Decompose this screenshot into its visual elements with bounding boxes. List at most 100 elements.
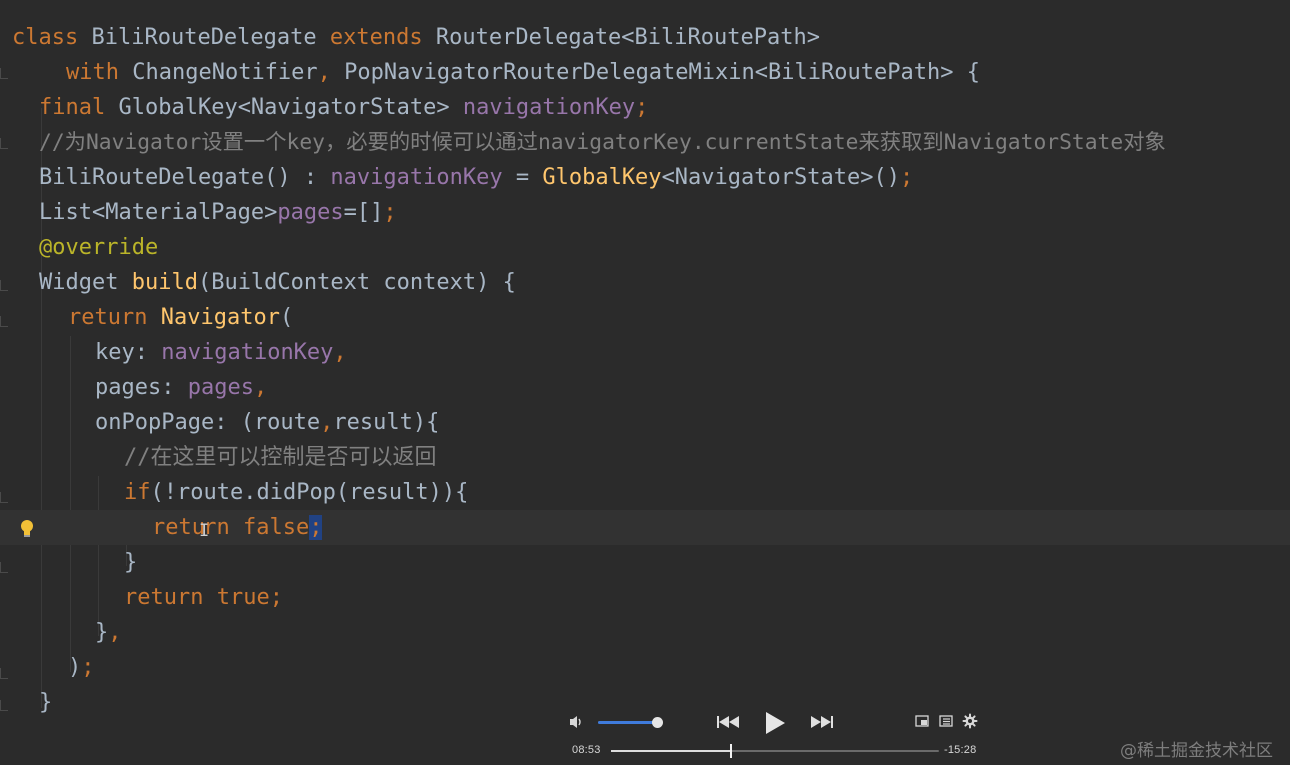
semicolon: ; bbox=[81, 655, 95, 680]
code-line-10: key: navigationKey, bbox=[95, 335, 1290, 370]
comma: , bbox=[317, 60, 331, 85]
brace: { bbox=[966, 60, 980, 85]
operator: = bbox=[502, 165, 543, 190]
code-line-3: final GlobalKey<NavigatorState> navigati… bbox=[39, 90, 1290, 125]
fold-marker-icon[interactable] bbox=[0, 68, 8, 79]
type-name: PopNavigatorRouterDelegateMixin<BiliRout… bbox=[344, 60, 954, 85]
indent-guide bbox=[70, 336, 71, 672]
function-name: GlobalKey bbox=[542, 165, 662, 190]
code-line-4: //为Navigator设置一个key，必要的时候可以通过navigatorKe… bbox=[39, 125, 1290, 160]
field-name: pages bbox=[187, 375, 254, 400]
fold-marker-icon[interactable] bbox=[0, 316, 8, 327]
fast-forward-icon[interactable] bbox=[810, 714, 834, 730]
type-name: GlobalKey<NavigatorState> bbox=[118, 95, 450, 120]
field-name: pages bbox=[277, 200, 344, 225]
volume-slider[interactable] bbox=[598, 717, 663, 728]
class-name: BiliRouteDelegate bbox=[91, 25, 317, 50]
paren: ( bbox=[279, 305, 294, 330]
volume-knob[interactable] bbox=[651, 717, 663, 728]
code-line-16: } bbox=[124, 545, 1290, 580]
type-name: RouterDelegate<BiliRoutePath> bbox=[435, 25, 820, 50]
code-line-6: List<MaterialPage>pages=[]; bbox=[39, 195, 1290, 230]
brace: } bbox=[124, 550, 138, 575]
keyword: if bbox=[124, 480, 151, 505]
param-name: onPopPage: (route bbox=[95, 410, 321, 435]
parameters: (BuildContext context) { bbox=[197, 270, 516, 295]
type-args: <NavigatorState>() bbox=[661, 165, 900, 190]
fold-marker-icon[interactable] bbox=[0, 562, 8, 573]
semicolon: ; bbox=[383, 200, 397, 225]
current-code-line: retuIrn false; bbox=[0, 510, 1290, 545]
text-cursor-icon: I bbox=[198, 521, 210, 541]
picture-in-picture-icon[interactable] bbox=[915, 715, 929, 727]
keyword: final bbox=[39, 95, 106, 120]
semicolon: ; bbox=[899, 165, 914, 190]
elapsed-time: 08:53 bbox=[572, 744, 601, 756]
type-name: Widget bbox=[39, 270, 132, 295]
code-editor[interactable]: class BiliRouteDelegate extends RouterDe… bbox=[0, 20, 1290, 730]
comma: , bbox=[320, 410, 334, 435]
keyword: true bbox=[216, 585, 270, 610]
comma: , bbox=[108, 620, 122, 645]
constructor: BiliRouteDelegate() : bbox=[39, 165, 331, 190]
code-line-7: @override bbox=[39, 230, 1290, 265]
semicolon: ; bbox=[269, 585, 283, 610]
keyword: with bbox=[66, 60, 119, 85]
code-line-18: }, bbox=[95, 615, 1290, 650]
keyword: return bbox=[124, 585, 204, 610]
function-name: Navigator bbox=[160, 305, 280, 330]
remaining-time: -15:28 bbox=[944, 744, 977, 756]
lightbulb-icon[interactable] bbox=[20, 519, 34, 539]
video-frame: class BiliRouteDelegate extends RouterDe… bbox=[0, 0, 1290, 765]
paren: ) bbox=[68, 655, 82, 680]
rewind-icon[interactable] bbox=[716, 714, 740, 730]
code-comment: //为Navigator设置一个key，必要的时候可以通过navigatorKe… bbox=[39, 130, 1166, 155]
volume-icon[interactable] bbox=[568, 714, 586, 730]
semicolon-caret: ; bbox=[309, 515, 323, 540]
seek-progress bbox=[611, 750, 732, 752]
brace: } bbox=[95, 620, 109, 645]
function-name: build bbox=[131, 270, 198, 295]
fold-marker-icon[interactable] bbox=[0, 138, 8, 149]
fold-marker-icon[interactable] bbox=[0, 700, 8, 711]
type-name: ChangeNotifier bbox=[132, 60, 318, 85]
volume-fill bbox=[598, 721, 657, 724]
playlist-icon[interactable] bbox=[939, 715, 953, 727]
video-controls: 08:53 -15:28 bbox=[560, 700, 1000, 765]
keyword: retu bbox=[152, 515, 205, 540]
initializer: =[] bbox=[343, 200, 384, 225]
code-line-11: pages: pages, bbox=[95, 370, 1290, 405]
indent-guide bbox=[98, 476, 99, 636]
gear-icon[interactable] bbox=[962, 713, 978, 729]
code-line-1: class BiliRouteDelegate extends RouterDe… bbox=[12, 20, 1290, 55]
fold-marker-icon[interactable] bbox=[0, 280, 8, 291]
comma: , bbox=[253, 375, 268, 400]
play-icon[interactable] bbox=[763, 710, 787, 736]
keyword: extends bbox=[329, 25, 423, 50]
code-line-9: return Navigator( bbox=[68, 300, 1290, 335]
code-line-2: with ChangeNotifier, PopNavigatorRouterD… bbox=[66, 55, 1290, 90]
brace: } bbox=[39, 690, 53, 715]
field-name: navigationKey bbox=[462, 95, 636, 120]
parameters: result){ bbox=[333, 410, 440, 435]
seek-handle[interactable] bbox=[730, 744, 733, 758]
code-line-5: BiliRouteDelegate() : navigationKey = Gl… bbox=[39, 160, 1290, 195]
watermark: @稀土掘金技术社区 bbox=[1120, 741, 1273, 761]
param-name: key: bbox=[95, 340, 162, 365]
code-line-8: Widget build(BuildContext context) { bbox=[39, 265, 1290, 300]
keyword: false bbox=[242, 515, 310, 540]
fold-marker-icon[interactable] bbox=[0, 492, 8, 503]
field-name: navigationKey bbox=[161, 340, 334, 365]
code-comment: //在这里可以控制是否可以返回 bbox=[124, 445, 437, 470]
code-line-12: onPopPage: (route,result){ bbox=[95, 405, 1290, 440]
code-line-13: //在这里可以控制是否可以返回 bbox=[124, 440, 1290, 475]
seek-bar[interactable] bbox=[611, 744, 939, 758]
keyword: return bbox=[68, 305, 148, 330]
condition: (!route.didPop(result)){ bbox=[150, 480, 469, 505]
type-name: List<MaterialPage> bbox=[39, 200, 278, 225]
code-line-19: ); bbox=[68, 650, 1290, 685]
keyword: class bbox=[12, 25, 79, 50]
field-name: navigationKey bbox=[330, 165, 503, 190]
fold-marker-icon[interactable] bbox=[0, 668, 8, 679]
annotation: @override bbox=[39, 235, 159, 260]
